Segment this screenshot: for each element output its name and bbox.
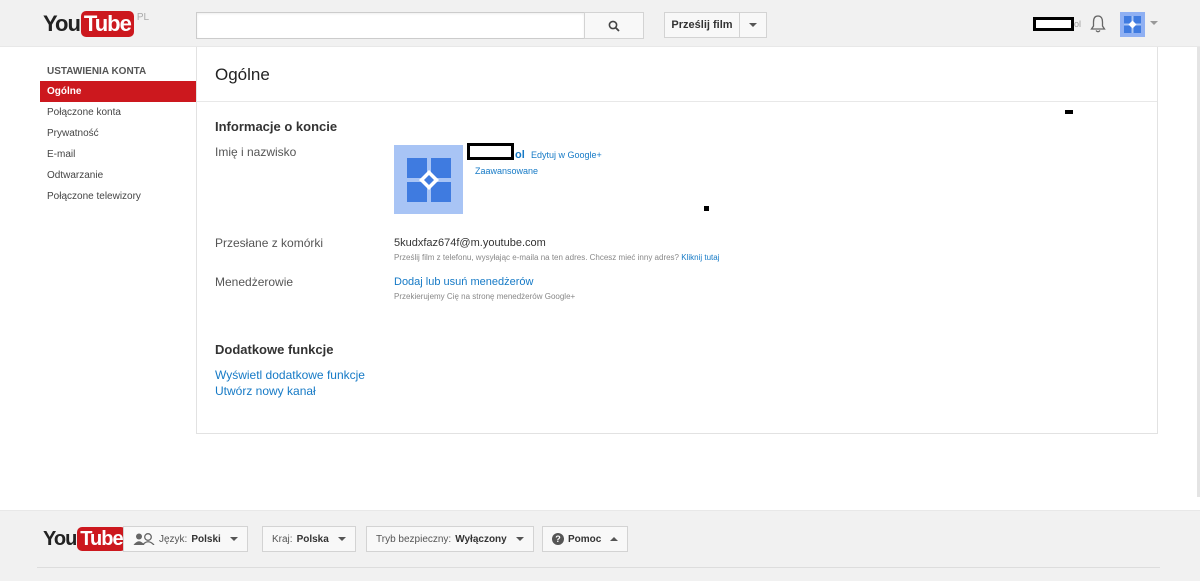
help-label: Pomoc — [568, 533, 602, 545]
account-avatar[interactable] — [1120, 12, 1145, 37]
chevron-down-icon — [515, 537, 524, 541]
name-label: Imię i nazwisko — [215, 145, 297, 159]
youtube-logo[interactable]: You Tube PL — [43, 10, 149, 38]
full-name-suffix: ol — [515, 149, 525, 161]
show-extra-features-link[interactable]: Wyświetl dodatkowe funkcje — [215, 368, 365, 382]
safety-mode-value: Wyłączony — [455, 533, 507, 545]
sidebar-heading: USTAWIENIA KONTA — [47, 66, 147, 77]
sidebar-item-connected-accounts[interactable]: Połączone konta — [40, 102, 196, 123]
mobile-upload-help-text: Prześlij film z telefonu, wysyłając e-ma… — [394, 253, 680, 262]
search-button[interactable] — [584, 12, 644, 39]
extra-features-heading: Dodatkowe funkcje — [215, 342, 334, 357]
chevron-up-icon — [610, 537, 619, 541]
sidebar-item-connected-tvs[interactable]: Połączone telewizory — [40, 186, 196, 207]
advanced-link[interactable]: Zaawansowane — [475, 166, 538, 176]
logo-tube-text: Tube — [80, 11, 134, 37]
sidebar-item-playback[interactable]: Odtwarzanie — [40, 165, 196, 186]
footer: You Tube Język: Polski Kraj: Polska Tryb… — [0, 510, 1200, 581]
logo-you-text: You — [43, 11, 81, 36]
redacted-full-name — [467, 143, 514, 160]
country-button[interactable]: Kraj: Polska — [262, 526, 356, 552]
managers-help: Przekierujemy Cię na stronę menedżerów G… — [394, 292, 576, 301]
language-button[interactable]: Język: Polski — [123, 526, 248, 552]
mobile-upload-email: 5kudxfaz674f@m.youtube.com — [394, 237, 546, 249]
avatar-icon — [406, 157, 451, 202]
page-title: Ogólne — [215, 65, 270, 84]
redaction-mark — [704, 206, 709, 211]
mobile-upload-label: Przesłane z komórki — [215, 236, 324, 250]
chevron-down-icon — [337, 537, 346, 541]
logo-country-code: PL — [136, 12, 150, 23]
redaction-mark — [1065, 110, 1073, 114]
safety-mode-label: Tryb bezpieczny: — [376, 533, 452, 545]
manage-managers-link[interactable]: Dodaj lub usuń menedżerów — [394, 276, 533, 288]
account-info-heading: Informacje o koncie — [215, 119, 338, 134]
language-value: Polski — [191, 533, 221, 545]
divider — [37, 567, 1160, 568]
people-icon — [133, 533, 155, 545]
click-here-link[interactable]: Kliknij tutaj — [681, 253, 719, 262]
country-label: Kraj: — [272, 533, 293, 545]
language-label: Język: — [159, 533, 188, 545]
safety-mode-button[interactable]: Tryb bezpieczny: Wyłączony — [366, 526, 534, 552]
sidebar-item-privacy[interactable]: Prywatność — [40, 123, 196, 144]
username-suffix: ol — [1074, 19, 1082, 29]
search-input[interactable] — [196, 12, 585, 39]
settings-card: Ogólne Informacje o koncie Imię i nazwis… — [196, 47, 1158, 434]
help-icon: ? — [552, 533, 564, 545]
sidebar-item-email[interactable]: E-mail — [40, 144, 196, 165]
sidebar-item-general[interactable]: Ogólne — [40, 81, 196, 102]
chevron-down-icon — [229, 537, 238, 541]
footer-youtube-logo[interactable]: You Tube — [43, 526, 126, 552]
divider — [197, 101, 1157, 102]
upload-menu-button[interactable] — [740, 12, 767, 38]
managers-label: Menedżerowie — [215, 275, 294, 289]
upload-button[interactable]: Prześlij film — [664, 12, 740, 38]
bell-icon[interactable] — [1089, 14, 1107, 34]
help-button[interactable]: ? Pomoc — [542, 526, 629, 552]
settings-sidebar: USTAWIENIA KONTA Ogólne Połączone konta … — [40, 60, 196, 207]
profile-avatar — [394, 145, 463, 214]
edit-in-google-plus-link[interactable]: Edytuj w Google+ — [531, 150, 602, 160]
logo-tube-text: Tube — [77, 527, 126, 551]
chevron-down-icon — [749, 23, 757, 27]
create-channel-link[interactable]: Utwórz nowy kanał — [215, 384, 316, 398]
avatar-icon — [1124, 16, 1141, 33]
redacted-username — [1033, 17, 1074, 31]
mobile-upload-help: Prześlij film z telefonu, wysyłając e-ma… — [394, 253, 720, 262]
search-icon — [608, 20, 620, 32]
masthead: You Tube PL Prześlij film ol — [0, 0, 1200, 47]
logo-you-text: You — [43, 528, 77, 550]
country-value: Polska — [296, 533, 329, 545]
chevron-down-icon[interactable] — [1150, 21, 1158, 25]
